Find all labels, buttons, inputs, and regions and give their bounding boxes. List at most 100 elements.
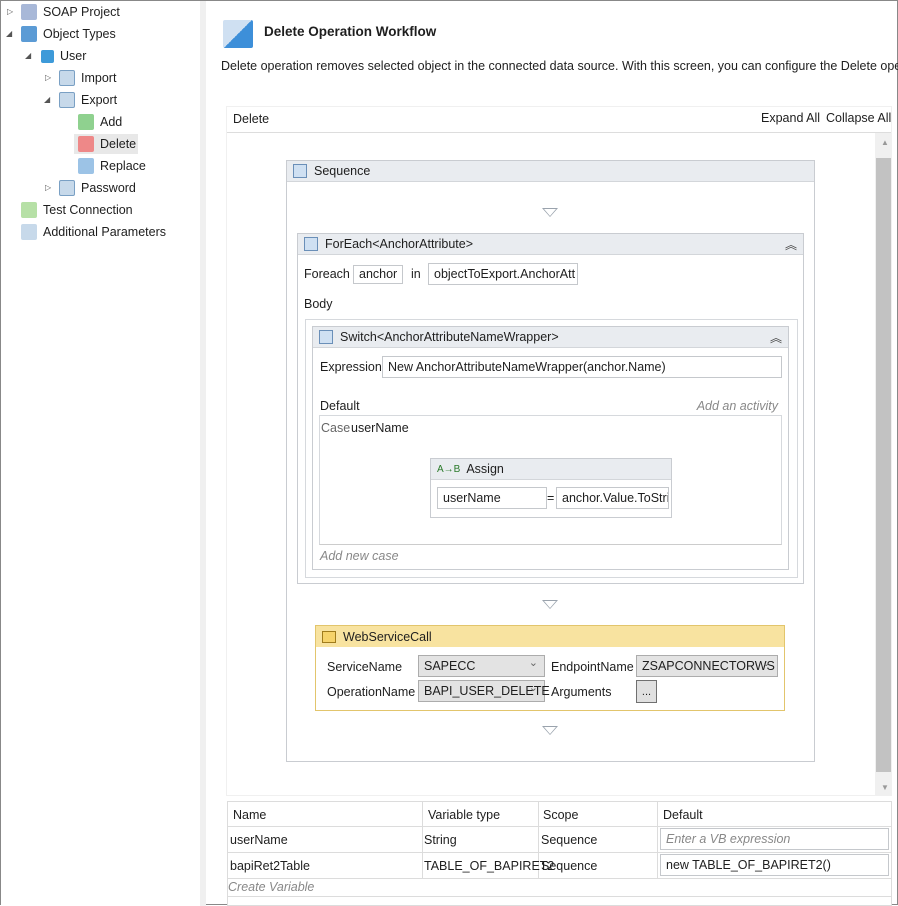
webservicecall-activity[interactable]: WebServiceCall ServiceName SAPECC Endpoi… <box>315 625 785 711</box>
variable-scope[interactable]: Sequence <box>541 859 597 873</box>
navigation-tree: ▷ SOAP Project ◢ Object Types ◢ User ▷ I… <box>1 1 206 906</box>
collapse-chevron-icon[interactable]: ︽ <box>770 329 782 346</box>
drop-arrow-icon[interactable] <box>542 208 558 217</box>
arguments-label: Arguments <box>551 685 612 699</box>
user-type-icon <box>41 49 54 63</box>
tree-item-additional-parameters[interactable]: Additional Parameters <box>21 222 166 242</box>
variable-default-input[interactable]: new TABLE_OF_BAPIRET2() <box>660 854 889 876</box>
object-types-icon <box>21 26 37 42</box>
tree-item-password[interactable]: Password <box>59 178 136 198</box>
webservice-icon <box>322 630 336 643</box>
scroll-up-icon[interactable]: ▲ <box>881 138 889 147</box>
switch-header[interactable]: Switch<AnchorAttributeNameWrapper> ︽ <box>313 327 788 348</box>
arguments-button[interactable]: ... <box>636 680 657 703</box>
scrollbar-thumb[interactable] <box>876 158 891 772</box>
divider <box>227 132 891 133</box>
expression-input[interactable]: New AnchorAttributeNameWrapper(anchor.Na… <box>382 356 782 378</box>
create-variable-button[interactable]: Create Variable <box>228 880 314 894</box>
expand-all-button[interactable]: Expand All <box>761 111 820 125</box>
foreach-item-input[interactable]: anchor <box>353 265 403 284</box>
column-header-name[interactable]: Name <box>233 808 266 822</box>
variable-type[interactable]: TABLE_OF_BAPIRET2 <box>424 859 554 873</box>
delete-workflow-icon <box>78 136 94 152</box>
case-value: userName <box>351 421 409 435</box>
add-activity-placeholder[interactable]: Add an activity <box>697 399 778 413</box>
tree-item-add[interactable]: Add <box>78 112 122 132</box>
collapse-arrow-icon[interactable]: ◢ <box>44 95 50 104</box>
column-header-type[interactable]: Variable type <box>428 808 500 822</box>
column-header-scope[interactable]: Scope <box>543 808 578 822</box>
additional-parameters-icon <box>21 224 37 240</box>
vertical-scrollbar[interactable]: ▲ ▼ <box>875 133 892 796</box>
table-header: Name Variable type Scope Default <box>228 802 891 827</box>
variable-default-input[interactable]: Enter a VB expression <box>660 828 889 850</box>
assign-icon: A→B <box>437 463 461 475</box>
default-label: Default <box>320 399 360 413</box>
tree-item-delete[interactable]: Delete <box>74 134 139 154</box>
collapse-arrow-icon[interactable]: ◢ <box>25 51 31 60</box>
body-label: Body <box>304 297 333 311</box>
foreach-header[interactable]: ForEach<AnchorAttribute> ︽ <box>298 234 803 255</box>
drop-arrow-icon[interactable] <box>542 600 558 609</box>
tree-label: Test Connection <box>43 203 133 217</box>
collapse-all-button[interactable]: Collapse All <box>826 111 891 125</box>
test-connection-icon <box>21 202 37 218</box>
expand-arrow-icon[interactable]: ▷ <box>45 183 51 192</box>
equals-sign: = <box>547 491 555 505</box>
assign-activity[interactable]: A→B Assign userName = anchor.Value.ToStri <box>430 458 672 518</box>
tree-item-import[interactable]: Import <box>59 68 116 88</box>
add-workflow-icon <box>78 114 94 130</box>
operation-name-dropdown[interactable]: BAPI_USER_DELETE <box>418 678 550 702</box>
tree-item-test-connection[interactable]: Test Connection <box>21 200 133 220</box>
endpoint-name-dropdown[interactable]: ZSAPCONNECTORWS <box>636 653 778 677</box>
tree-item-soap-project[interactable]: SOAP Project <box>21 2 120 22</box>
expand-arrow-icon[interactable]: ▷ <box>45 73 51 82</box>
tree-label: SOAP Project <box>43 5 120 19</box>
column-header-default[interactable]: Default <box>663 808 703 822</box>
export-icon <box>59 92 75 108</box>
sequence-title: Sequence <box>314 164 371 178</box>
soap-project-icon <box>21 4 37 20</box>
sequence-header[interactable]: Sequence <box>287 161 814 182</box>
tree-item-export[interactable]: Export <box>59 90 117 110</box>
import-icon <box>59 70 75 86</box>
foreach-icon <box>304 237 318 251</box>
tree-label: Import <box>81 71 117 85</box>
table-row[interactable]: bapiRet2Table TABLE_OF_BAPIRET2 Sequence… <box>228 853 891 879</box>
sequence-icon <box>293 164 307 178</box>
drop-arrow-icon[interactable] <box>542 726 558 735</box>
create-variable-row[interactable]: Create Variable <box>228 879 891 897</box>
breadcrumb[interactable]: Delete <box>233 112 269 126</box>
table-row[interactable]: userName String Sequence Enter a VB expr… <box>228 827 891 853</box>
switch-activity[interactable]: Switch<AnchorAttributeNameWrapper> ︽ Expr… <box>312 326 789 570</box>
variables-table: Name Variable type Scope Default userNam… <box>227 801 892 906</box>
password-icon <box>59 180 75 196</box>
collapse-arrow-icon[interactable]: ◢ <box>6 29 12 38</box>
in-label: in <box>411 267 421 281</box>
expand-arrow-icon[interactable]: ▷ <box>7 7 13 16</box>
collapse-chevron-icon[interactable]: ︽ <box>785 236 797 253</box>
tree-item-replace[interactable]: Replace <box>78 156 146 176</box>
variable-name[interactable]: userName <box>230 833 288 847</box>
variable-scope[interactable]: Sequence <box>541 833 597 847</box>
add-new-case-button[interactable]: Add new case <box>320 549 399 563</box>
assign-to-input[interactable]: userName <box>437 487 547 509</box>
variable-name[interactable]: bapiRet2Table <box>230 859 310 873</box>
foreach-title: ForEach<AnchorAttribute> <box>325 237 473 251</box>
tree-label: User <box>60 49 87 63</box>
service-name-dropdown[interactable]: SAPECC <box>418 653 545 677</box>
endpoint-name-label: EndpointName <box>551 660 634 674</box>
assign-header[interactable]: A→B Assign <box>431 459 671 480</box>
webservicecall-title: WebServiceCall <box>343 629 432 644</box>
assign-value-input[interactable]: anchor.Value.ToStri <box>556 487 669 509</box>
foreach-label: Foreach <box>304 267 350 281</box>
page-description: Delete operation removes selected object… <box>221 59 898 73</box>
tree-item-user[interactable]: User <box>41 46 86 66</box>
variable-type[interactable]: String <box>424 833 457 847</box>
tree-item-object-types[interactable]: Object Types <box>21 24 116 44</box>
scroll-down-icon[interactable]: ▼ <box>881 783 889 792</box>
tree-label: Replace <box>100 159 146 173</box>
service-name-label: ServiceName <box>327 660 403 674</box>
foreach-values-input[interactable]: objectToExport.AnchorAtt <box>428 263 578 285</box>
webservicecall-header[interactable]: WebServiceCall <box>316 626 784 647</box>
